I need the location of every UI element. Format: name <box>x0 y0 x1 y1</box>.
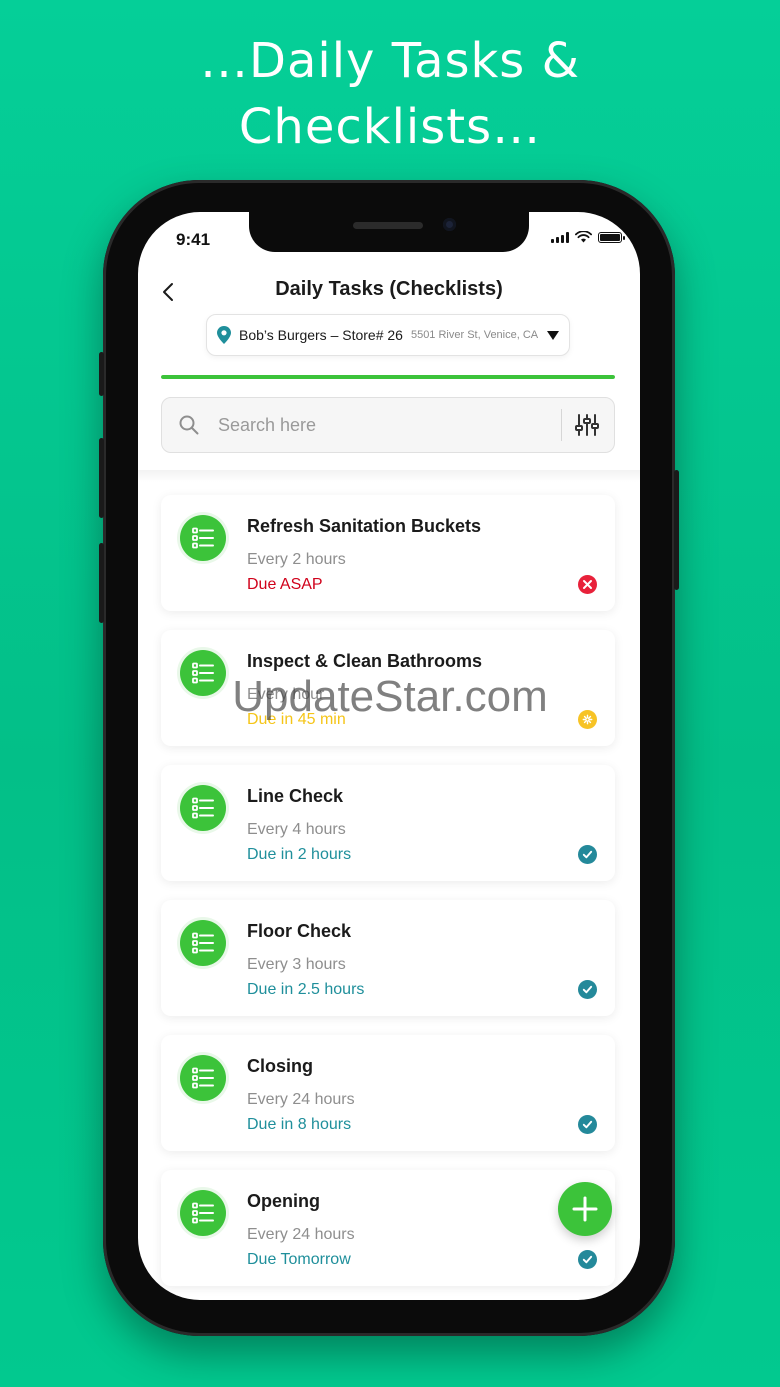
header-shadow <box>138 470 640 482</box>
task-card[interactable]: Inspect & Clean Bathrooms Every hour Due i… <box>161 630 615 746</box>
task-due: Due in 2 hours <box>247 846 352 863</box>
task-title: Refresh Sanitation Buckets <box>247 516 482 536</box>
checklist-badge <box>180 1055 226 1101</box>
task-card[interactable]: Refresh Sanitation Buckets Every 2 hours D… <box>161 495 615 611</box>
task-status-indicator <box>578 845 597 864</box>
checklist-badge <box>180 1190 226 1236</box>
speaker-grille <box>353 222 423 229</box>
task-status-indicator <box>578 710 597 729</box>
cellular-signal-icon <box>551 232 569 243</box>
phone-screen: 9:41 Daily Tasks (Checklists) Bob’s Burg… <box>138 212 640 1300</box>
task-title: Closing <box>247 1056 313 1076</box>
task-title: Line Check <box>247 786 344 806</box>
wifi-icon <box>575 231 592 243</box>
task-status-indicator <box>578 1115 597 1134</box>
task-due: Due ASAP <box>247 576 323 593</box>
search-bar <box>161 397 615 453</box>
add-task-button[interactable] <box>558 1182 612 1236</box>
checklist-icon <box>192 797 214 819</box>
checklist-icon <box>192 932 214 954</box>
task-status-indicator <box>578 980 597 999</box>
store-address: 5501 River St, Venice, CA <box>410 329 539 341</box>
task-title: Inspect & Clean Bathrooms <box>247 651 483 671</box>
pending-circle-icon <box>582 714 593 725</box>
checklist-icon <box>192 662 214 684</box>
task-card[interactable]: Opening Every 24 hours Due Tomorrow <box>161 1170 615 1286</box>
task-progress-bar <box>161 375 615 379</box>
headline-line-2: Checklists… <box>238 99 542 155</box>
checklist-badge <box>180 515 226 561</box>
task-due: Due in 8 hours <box>247 1116 352 1133</box>
status-icons <box>551 231 625 243</box>
task-frequency: Every hour <box>247 686 325 703</box>
store-name: Bob’s Burgers – Store# 26 <box>239 327 403 343</box>
status-time: 9:41 <box>176 230 211 249</box>
task-frequency: Every 3 hours <box>247 956 346 973</box>
checklist-badge <box>180 785 226 831</box>
task-due: Due Tomorrow <box>247 1251 351 1268</box>
task-title: Floor Check <box>247 921 352 941</box>
task-card[interactable]: Closing Every 24 hours Due in 8 hours <box>161 1035 615 1151</box>
phone-power-button <box>674 470 679 590</box>
x-circle-icon <box>583 580 592 589</box>
task-frequency: Every 2 hours <box>247 551 346 568</box>
promo-headline: …Daily Tasks & Checklists… <box>0 28 780 160</box>
check-circle-icon <box>582 1255 593 1264</box>
task-progress-fill <box>161 375 615 379</box>
check-circle-icon <box>582 850 593 859</box>
search-input[interactable] <box>216 413 561 437</box>
phone-volume-up <box>99 438 104 518</box>
filter-sliders-icon[interactable] <box>574 412 600 438</box>
search-divider <box>561 409 562 441</box>
headline-line-1: …Daily Tasks & <box>200 33 580 89</box>
task-frequency: Every 24 hours <box>247 1226 355 1243</box>
task-due: Due in 45 min <box>247 711 346 728</box>
battery-icon <box>598 232 625 243</box>
task-status-indicator <box>578 575 597 594</box>
caret-down-icon <box>547 330 559 340</box>
location-pin-icon <box>217 326 231 344</box>
task-list: Refresh Sanitation Buckets Every 2 hours D… <box>161 495 615 1300</box>
front-camera <box>443 218 456 231</box>
phone-volume-down <box>99 543 104 623</box>
checklist-badge <box>180 650 226 696</box>
task-frequency: Every 4 hours <box>247 821 346 838</box>
task-due: Due in 2.5 hours <box>247 981 365 998</box>
checklist-badge <box>180 920 226 966</box>
store-selector[interactable]: Bob’s Burgers – Store# 26 5501 River St,… <box>206 314 570 356</box>
task-status-indicator <box>578 1250 597 1269</box>
task-frequency: Every 24 hours <box>247 1091 355 1108</box>
task-title: Opening <box>247 1191 320 1211</box>
page-title: Daily Tasks (Checklists) <box>275 278 503 300</box>
task-card[interactable]: Floor Check Every 3 hours Due in 2.5 hours <box>161 900 615 1016</box>
phone-notch <box>249 212 529 252</box>
checklist-icon <box>192 1067 214 1089</box>
checklist-icon <box>192 527 214 549</box>
check-circle-icon <box>582 985 593 994</box>
checklist-icon <box>192 1202 214 1224</box>
plus-icon <box>572 1196 598 1222</box>
search-icon <box>179 415 199 435</box>
task-card[interactable]: Line Check Every 4 hours Due in 2 hours <box>161 765 615 881</box>
phone-mute-switch <box>99 352 104 396</box>
check-circle-icon <box>582 1120 593 1129</box>
